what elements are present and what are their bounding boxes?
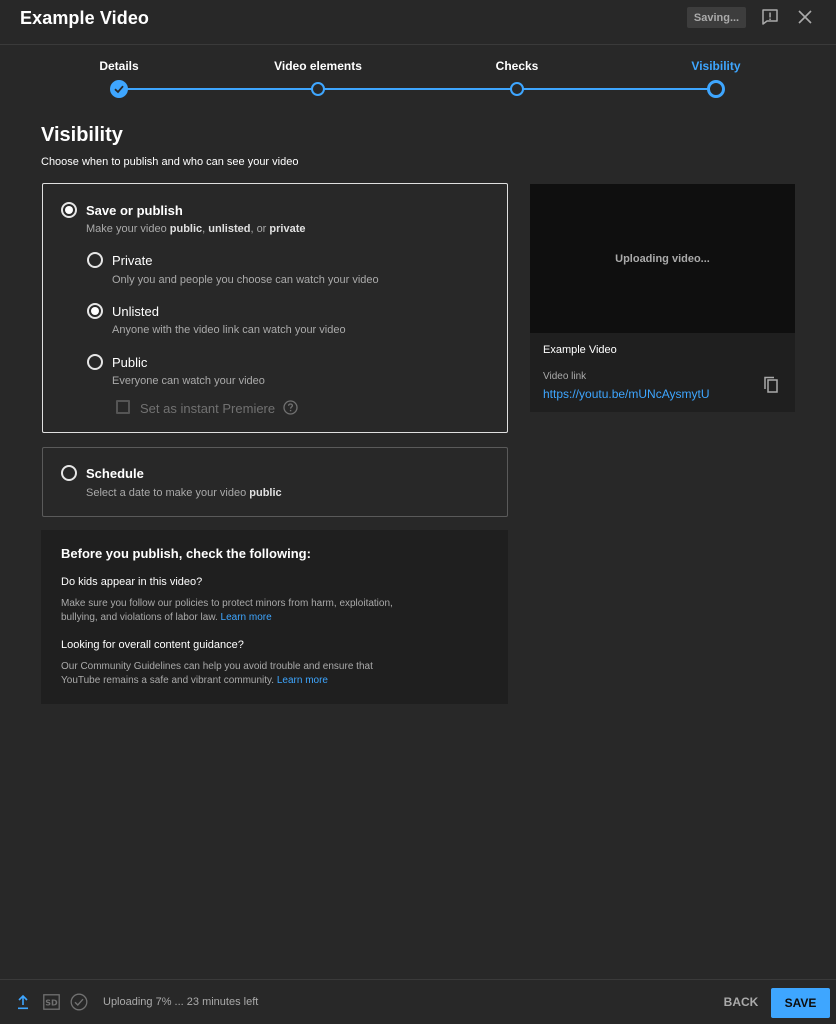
video-preview-area: Uploading video... [530, 184, 795, 333]
unlisted-label[interactable]: Unlisted [112, 304, 159, 319]
progress-stepper: Details Video elements Checks Visibility [0, 46, 836, 106]
schedule-radio[interactable] [61, 465, 77, 481]
page-title: Visibility [41, 124, 123, 146]
dialog-footer: SD Uploading 7% ... 23 minutes left BACK… [0, 979, 836, 1024]
svg-text:SD: SD [45, 999, 58, 1008]
schedule-desc: Select a date to make your video public [86, 487, 282, 499]
pre-publish-checklist: Before you publish, check the following:… [41, 530, 508, 704]
step-video-elements-label[interactable]: Video elements [274, 59, 362, 73]
instant-premiere-checkbox[interactable] [116, 400, 130, 414]
step-visibility-label[interactable]: Visibility [691, 59, 740, 73]
community-guidelines-text: Our Community Guidelines can help you av… [61, 661, 373, 686]
learn-more-link-guidelines[interactable]: Learn more [277, 675, 328, 686]
feedback-icon[interactable] [761, 8, 779, 26]
upload-icon[interactable] [16, 994, 30, 1010]
content-guidance-question: Looking for overall content guidance? [61, 639, 244, 651]
close-icon[interactable] [797, 9, 813, 25]
help-icon[interactable] [283, 400, 298, 415]
step-checks-label[interactable]: Checks [496, 59, 539, 73]
back-button[interactable]: BACK [720, 988, 762, 1016]
private-desc: Only you and people you choose can watch… [112, 274, 379, 286]
public-desc: Everyone can watch your video [112, 375, 265, 387]
public-label[interactable]: Public [112, 355, 147, 370]
save-or-publish-card[interactable]: Save or publish Make your video public, … [42, 183, 508, 433]
step-checks-dot[interactable] [510, 82, 524, 96]
stepper-line [120, 88, 716, 90]
unlisted-radio[interactable] [87, 303, 103, 319]
step-visibility-dot[interactable] [707, 80, 725, 98]
page-subtitle: Choose when to publish and who can see y… [41, 156, 299, 168]
sd-quality-icon[interactable]: SD [43, 994, 60, 1010]
copy-icon[interactable] [763, 376, 779, 394]
unlisted-desc: Anyone with the video link can watch you… [112, 324, 346, 336]
save-or-publish-desc: Make your video public, unlisted, or pri… [86, 223, 306, 235]
schedule-card[interactable]: Schedule Select a date to make your vide… [42, 447, 508, 517]
step-details-label[interactable]: Details [99, 59, 138, 73]
private-label[interactable]: Private [112, 253, 152, 268]
video-preview-card: Uploading video... Example Video Video l… [530, 184, 795, 412]
kids-question: Do kids appear in this video? [61, 576, 203, 588]
checklist-heading: Before you publish, check the following: [61, 546, 311, 561]
kids-policy-text: Make sure you follow our policies to pro… [61, 598, 393, 623]
step-details-check-icon[interactable] [110, 80, 128, 98]
save-button[interactable]: SAVE [771, 988, 830, 1018]
schedule-title: Schedule [86, 466, 144, 481]
instant-premiere-label[interactable]: Set as instant Premiere [140, 401, 275, 416]
public-radio[interactable] [87, 354, 103, 370]
uploading-video-text: Uploading video... [615, 252, 710, 265]
preview-video-title: Example Video [543, 344, 617, 356]
video-link[interactable]: https://youtu.be/mUNcAysmytU [543, 387, 710, 401]
checks-status-icon[interactable] [70, 993, 88, 1011]
save-or-publish-radio[interactable] [61, 202, 77, 218]
step-video-elements-dot[interactable] [311, 82, 325, 96]
dialog-header: Example Video Saving... [0, 0, 836, 45]
upload-status-text: Uploading 7% ... 23 minutes left [103, 996, 259, 1008]
private-radio[interactable] [87, 252, 103, 268]
learn-more-link-kids[interactable]: Learn more [221, 612, 272, 623]
saving-status-badge: Saving... [687, 7, 746, 28]
save-or-publish-title: Save or publish [86, 203, 183, 218]
video-link-label: Video link [543, 371, 587, 382]
dialog-title: Example Video [20, 8, 150, 28]
